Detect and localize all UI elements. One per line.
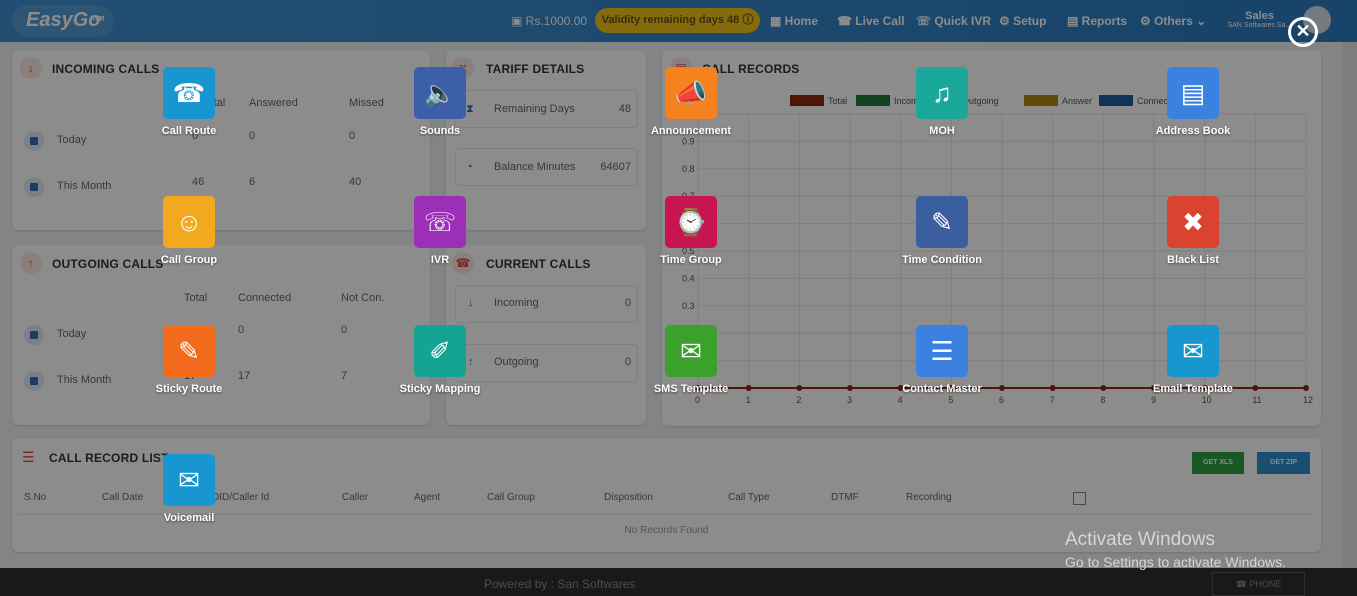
menu-tile-sms-template[interactable]: ✉ SMS Template (621, 325, 761, 411)
activate-windows-subtitle: Go to Settings to activate Windows. (1065, 554, 1286, 570)
close-button[interactable]: ✕ (1288, 17, 1318, 47)
menu-tile-label: Call Route (161, 125, 217, 137)
menu-tile-label: Sticky Route (155, 383, 223, 395)
time-group-icon: ⌚ (665, 196, 717, 248)
menu-tile-label: Contact Master (902, 383, 982, 395)
menu-tile-label: Time Condition (902, 254, 982, 266)
menu-tile-label: Announcement (650, 125, 732, 137)
menu-tile-label: Sounds (419, 125, 461, 137)
menu-tile-label: Black List (1167, 254, 1219, 266)
menu-tile-moh[interactable]: ♫ MOH (872, 67, 1012, 153)
menu-tile-email-template[interactable]: ✉ Email Template (1123, 325, 1263, 411)
menu-tile-time-condition[interactable]: ✎ Time Condition (872, 196, 1012, 282)
menu-tile-address-book[interactable]: ▤ Address Book (1123, 67, 1263, 153)
email-template-icon: ✉ (1167, 325, 1219, 377)
speaker-icon: 🔈 (414, 67, 466, 119)
call-route-icon: ☎ (163, 67, 215, 119)
menu-tile-black-list[interactable]: ✖ Black List (1123, 196, 1263, 282)
activate-windows-title: Activate Windows (1065, 529, 1215, 550)
menu-tile-ivr[interactable]: ☏ IVR (370, 196, 510, 282)
call-group-icon: ☺ (163, 196, 215, 248)
menu-tile-sounds[interactable]: 🔈 Sounds (370, 67, 510, 153)
music-note-icon: ♫ (916, 67, 968, 119)
voicemail-icon: ✉ (163, 454, 215, 506)
contact-master-icon: ☰ (916, 325, 968, 377)
megaphone-icon: 📣 (665, 67, 717, 119)
time-condition-icon: ✎ (916, 196, 968, 248)
sticky-mapping-icon: ✐ (414, 325, 466, 377)
menu-tile-time-group[interactable]: ⌚ Time Group (621, 196, 761, 282)
sms-template-icon: ✉ (665, 325, 717, 377)
menu-tile-call-route[interactable]: ☎ Call Route (119, 67, 259, 153)
menu-tile-call-group[interactable]: ☺ Call Group (119, 196, 259, 282)
close-icon: ✕ (1295, 21, 1311, 41)
menu-tile-label: Address Book (1155, 125, 1231, 137)
sticky-route-icon: ✎ (163, 325, 215, 377)
menu-tile-contact-master[interactable]: ☰ Contact Master (872, 325, 1012, 411)
menu-tile-label: Call Group (160, 254, 218, 266)
menu-tile-announcement[interactable]: 📣 Announcement (621, 67, 761, 153)
menu-tile-label: IVR (430, 254, 450, 266)
menu-tile-label: Email Template (1153, 383, 1233, 395)
menu-tile-sticky-mapping[interactable]: ✐ Sticky Mapping (370, 325, 510, 411)
black-list-icon: ✖ (1167, 196, 1219, 248)
address-book-icon: ▤ (1167, 67, 1219, 119)
menu-tile-label: Time Group (660, 254, 722, 266)
menu-tile-sticky-route[interactable]: ✎ Sticky Route (119, 325, 259, 411)
menu-tile-label: SMS Template (653, 383, 729, 395)
menu-tile-voicemail[interactable]: ✉ Voicemail (119, 454, 259, 540)
menu-tile-label: Sticky Mapping (399, 383, 481, 395)
menu-tile-label: MOH (929, 125, 955, 137)
ivr-phone-icon: ☏ (414, 196, 466, 248)
menu-tile-label: Voicemail (163, 512, 215, 524)
